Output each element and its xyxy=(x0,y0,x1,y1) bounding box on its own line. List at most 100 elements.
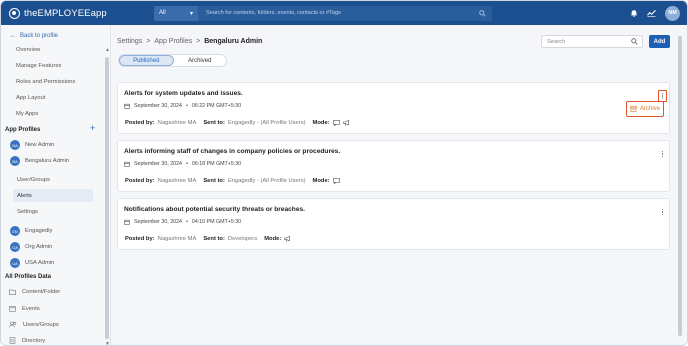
arrow-left-icon: ← xyxy=(10,33,16,39)
alert-card[interactable]: Alerts informing staff of changes in com… xyxy=(117,140,670,192)
alert-date: September 30, 2024 • 04:10 PM GMT+5:30 xyxy=(124,219,241,225)
logo-mark-icon xyxy=(9,7,20,19)
posted-by-value: Nagashree MA xyxy=(157,120,197,126)
alert-date-text: September 30, 2024 xyxy=(134,103,183,109)
alert-meta: Posted by: Nagashree MA Sent to: Engaged… xyxy=(125,178,340,184)
breadcrumb-settings[interactable]: Settings xyxy=(117,38,142,45)
search-scope-value: All xyxy=(159,10,166,16)
alert-card[interactable]: Alerts for system updates and issues. Se… xyxy=(117,82,670,134)
profile-item-usa-admin[interactable]: UA USA Admin xyxy=(10,258,54,268)
profile-item-engagedly[interactable]: EN Engagedly xyxy=(10,226,52,236)
sidebar-data-directory[interactable]: Directory xyxy=(9,337,45,344)
alerts-search-placeholder: Search xyxy=(547,38,566,45)
profile-avatar: BA xyxy=(10,156,20,166)
app-logo[interactable]: theEMPLOYEEapp xyxy=(9,7,144,19)
alert-date-text: September 30, 2024 xyxy=(134,219,183,225)
sidebar-item-my-apps[interactable]: My Apps xyxy=(16,111,38,117)
search-scope-select[interactable]: All ▾ xyxy=(154,5,198,21)
megaphone-icon xyxy=(284,236,291,242)
alert-time-text: 06:18 PM GMT+5:30 xyxy=(191,161,242,167)
sent-to-value: Developers xyxy=(227,236,258,242)
profile-name: USA Admin xyxy=(25,260,55,266)
alert-meta: Posted by: Nagashree MA Sent to: Engaged… xyxy=(125,120,350,126)
more-options-icon[interactable] xyxy=(659,207,666,217)
sent-to-label: Sent to: xyxy=(203,178,225,184)
sidebar-data-label: Content/Folder xyxy=(22,289,61,295)
add-profile-icon[interactable]: + xyxy=(90,124,95,133)
add-button[interactable]: Add xyxy=(649,35,670,48)
more-options-icon[interactable] xyxy=(659,149,666,159)
sidebar-data-users-groups[interactable]: Users/Groups xyxy=(9,321,59,328)
profile-item-new-admin[interactable]: NA New Admin xyxy=(10,140,54,150)
global-search-input[interactable]: Search for contents, folders, events, co… xyxy=(206,10,479,16)
search-icon[interactable] xyxy=(631,38,638,45)
breadcrumb: Settings > App Profiles > Bengaluru Admi… xyxy=(117,38,262,45)
scroll-up-icon[interactable]: ▲ xyxy=(105,47,110,53)
profile-item-bengaluru-admin[interactable]: BA Bengaluru Admin xyxy=(10,156,69,166)
bullet-separator: • xyxy=(186,161,188,167)
back-to-profile-link[interactable]: ← Back to profile xyxy=(10,33,58,39)
scroll-down-icon[interactable]: ▼ xyxy=(105,341,110,345)
chevron-down-icon: ▾ xyxy=(189,10,193,17)
main-scrollbar[interactable] xyxy=(676,28,684,344)
sent-to-value: Engagedly - (All Profile Users) xyxy=(227,178,306,184)
alert-time-text: 04:10 PM GMT+5:30 xyxy=(191,219,242,225)
bullet-separator: • xyxy=(186,103,188,109)
archive-menu-item[interactable]: Archive xyxy=(626,101,664,117)
sidebar-scrollbar[interactable]: ▲ ▼ xyxy=(104,47,110,345)
sidebar-data-label: Events xyxy=(22,305,40,312)
events-icon xyxy=(9,306,16,312)
posted-by-label: Posted by: xyxy=(125,178,155,184)
profile-item-org-admin[interactable]: OA Org Admin xyxy=(10,242,52,252)
sent-to-label: Sent to: xyxy=(203,236,225,242)
search-icon[interactable] xyxy=(479,9,486,17)
logo-text: theEMPLOYEEapp xyxy=(24,7,107,19)
sidebar-scroll-thumb[interactable] xyxy=(105,57,109,339)
status-tabs: Published Archived xyxy=(118,54,227,67)
posted-by-value: Nagashree MA xyxy=(157,236,197,242)
alert-card[interactable]: Notifications about potential security t… xyxy=(117,198,670,250)
app-profiles-title: App Profiles xyxy=(5,127,41,133)
breadcrumb-app-profiles[interactable]: App Profiles xyxy=(154,38,192,45)
sidebar-sub-alerts[interactable]: Alerts xyxy=(13,189,93,202)
main-scroll-thumb[interactable] xyxy=(678,36,682,336)
bell-icon[interactable] xyxy=(630,9,638,17)
sidebar-data-content-folder[interactable]: Content/Folder xyxy=(9,289,60,295)
sidebar-sub-user-groups[interactable]: User/Groups xyxy=(17,177,50,183)
profile-avatar: OA xyxy=(10,242,20,252)
alert-date: September 30, 2024 • 06:22 PM GMT+5:30 xyxy=(124,103,241,109)
breadcrumb-separator: > xyxy=(196,38,201,45)
bullet-separator: • xyxy=(186,219,188,225)
tab-archived[interactable]: Archived xyxy=(174,55,227,66)
directory-icon xyxy=(9,337,16,344)
sidebar-item-app-layout[interactable]: App Layout xyxy=(16,95,45,101)
analytics-icon[interactable] xyxy=(647,9,656,17)
sidebar-data-label: Users/Groups xyxy=(23,321,59,328)
mode-label: Mode: xyxy=(312,120,330,126)
app-window: theEMPLOYEEapp All ▾ Search for contents… xyxy=(0,0,688,346)
global-search: All ▾ Search for contents, folders, even… xyxy=(154,5,492,21)
users-icon xyxy=(9,321,17,328)
sidebar-sub-settings[interactable]: Settings xyxy=(17,209,38,215)
chat-icon xyxy=(332,178,340,184)
user-avatar[interactable]: NM xyxy=(665,5,680,21)
top-icons: NM xyxy=(630,5,680,21)
megaphone-icon xyxy=(342,120,349,126)
calendar-icon xyxy=(124,161,130,167)
profile-name: Bengaluru Admin xyxy=(25,158,70,164)
calendar-icon xyxy=(124,103,130,109)
calendar-icon xyxy=(124,219,130,225)
tab-published[interactable]: Published xyxy=(119,55,174,66)
sidebar-item-roles-permissions[interactable]: Roles and Permissions xyxy=(16,79,75,85)
sidebar-item-overview[interactable]: Overview xyxy=(16,47,40,53)
sidebar-data-events[interactable]: Events xyxy=(9,305,40,312)
alert-meta: Posted by: Nagashree MA Sent to: Develop… xyxy=(125,236,291,242)
profile-name: New Admin xyxy=(25,142,55,148)
posted-by-value: Nagashree MA xyxy=(157,178,197,184)
profile-avatar: UA xyxy=(10,258,20,268)
sidebar-item-manage-features[interactable]: Manage Features xyxy=(16,63,61,69)
top-navbar: theEMPLOYEEapp All ▾ Search for contents… xyxy=(1,1,687,25)
sent-to-value: Engagedly - (All Profile Users) xyxy=(227,120,306,126)
sidebar-data-label: Directory xyxy=(22,337,46,344)
alerts-search-input[interactable]: Search xyxy=(541,35,643,48)
